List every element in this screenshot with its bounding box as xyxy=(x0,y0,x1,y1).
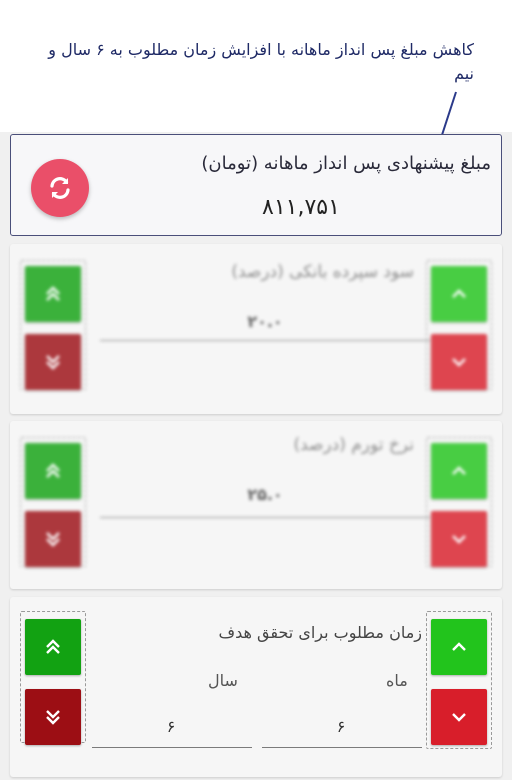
month-increase-button[interactable] xyxy=(431,619,487,675)
monthly-saving-result-card: مبلغ پیشنهادی پس انداز ماهانه (تومان) ۸۱… xyxy=(10,134,502,236)
month-decrease-button[interactable] xyxy=(431,689,487,745)
bank-interest-underline xyxy=(100,340,430,341)
inflation-underline xyxy=(100,517,430,518)
month-label: ماه xyxy=(386,671,408,690)
bank-interest-fast-decrease-button[interactable] xyxy=(25,334,81,390)
inflation-fast-decrease-button[interactable] xyxy=(25,511,81,567)
bank-interest-card: سود سپرده بانکی (درصد) ۲۰.۰ xyxy=(10,244,502,414)
month-underline xyxy=(262,747,422,748)
chevron-down-icon xyxy=(452,358,466,367)
chevron-up-icon xyxy=(452,289,466,298)
inflation-card: نرخ تورم (درصد) ۲۵.۰ xyxy=(10,421,502,589)
year-label: سال xyxy=(208,671,238,690)
inflation-increase-button[interactable] xyxy=(431,443,487,499)
year-decrease-button[interactable] xyxy=(25,689,81,745)
double-chevron-up-icon xyxy=(46,639,60,654)
result-value: ۸۱۱,۷۵۱ xyxy=(262,195,340,220)
inflation-fast-increase-button[interactable] xyxy=(25,443,81,499)
chevron-down-icon xyxy=(452,535,466,544)
annotation-callout: کاهش مبلغ پس انداز ماهانه با افزایش زمان… xyxy=(0,0,512,188)
time-required-card: زمان مطلوب برای تحقق هدف ماه سال ۶ ۶ xyxy=(10,597,502,777)
bank-interest-decrease-button[interactable] xyxy=(431,334,487,390)
double-chevron-up-icon xyxy=(46,463,60,478)
double-chevron-down-icon xyxy=(46,710,60,725)
double-chevron-down-icon xyxy=(46,532,60,547)
time-required-title: زمان مطلوب برای تحقق هدف xyxy=(218,623,422,642)
year-underline xyxy=(92,747,252,748)
bank-interest-value[interactable]: ۲۰.۰ xyxy=(190,312,340,331)
refresh-icon xyxy=(50,177,70,199)
inflation-value[interactable]: ۲۵.۰ xyxy=(190,485,340,504)
bank-interest-fast-increase-button[interactable] xyxy=(25,266,81,322)
chevron-up-icon xyxy=(452,642,466,651)
year-value[interactable]: ۶ xyxy=(96,717,246,736)
bank-interest-label: سود سپرده بانکی (درصد) xyxy=(231,262,414,282)
chevron-up-icon xyxy=(452,466,466,475)
refresh-button[interactable] xyxy=(31,159,89,217)
bank-interest-increase-button[interactable] xyxy=(431,266,487,322)
inflation-decrease-button[interactable] xyxy=(431,511,487,567)
month-value[interactable]: ۶ xyxy=(266,717,416,736)
chevron-down-icon xyxy=(452,713,466,722)
result-title: مبلغ پیشنهادی پس انداز ماهانه (تومان) xyxy=(201,153,491,174)
double-chevron-down-icon xyxy=(46,355,60,370)
year-increase-button[interactable] xyxy=(25,619,81,675)
inflation-label: نرخ تورم (درصد) xyxy=(293,435,414,455)
double-chevron-up-icon xyxy=(46,286,60,301)
